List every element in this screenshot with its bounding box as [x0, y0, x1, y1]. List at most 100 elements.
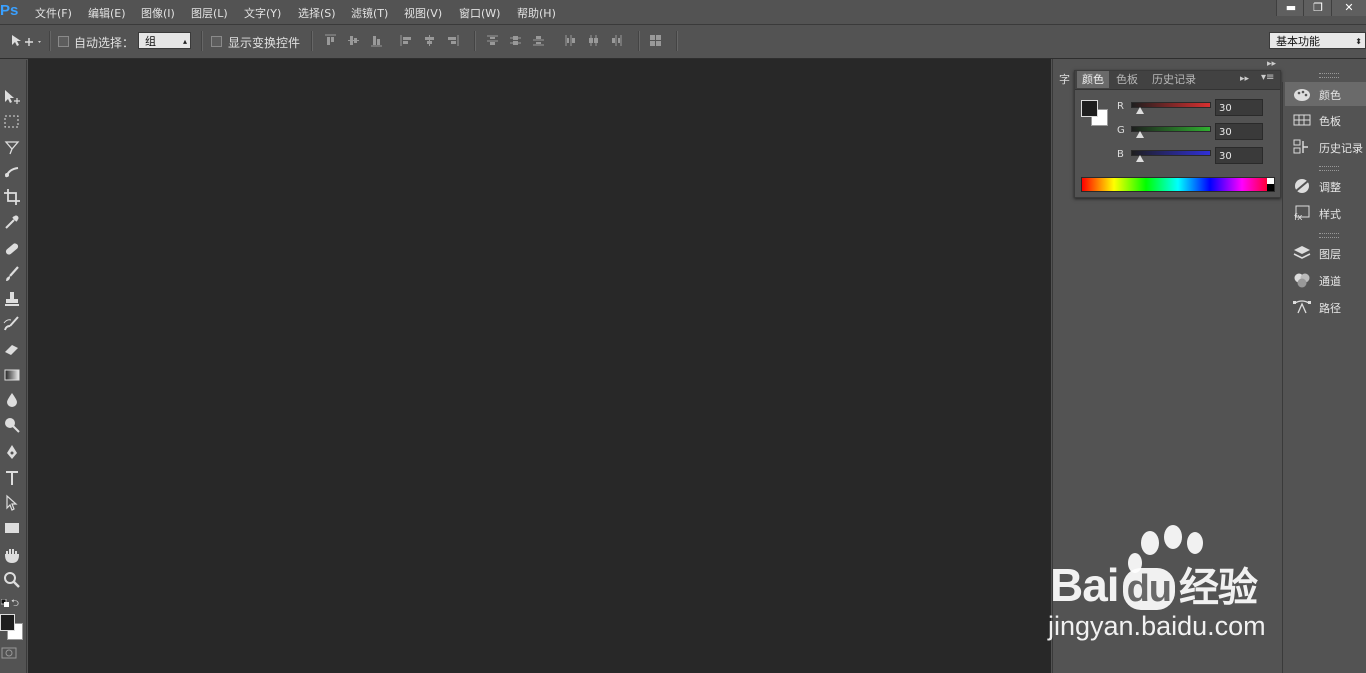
blur-tool-icon[interactable] — [1, 389, 23, 411]
close-button[interactable]: ✕ — [1331, 0, 1366, 16]
document-canvas[interactable] — [28, 59, 1051, 673]
gradient-tool-icon[interactable] — [1, 364, 23, 386]
menu-image[interactable]: 图像(I) — [141, 5, 175, 21]
panel-foreground-swatch[interactable] — [1081, 100, 1098, 117]
dock-item-styles[interactable]: fx 样式 — [1285, 201, 1366, 225]
align-horizontal-center-icon[interactable] — [423, 34, 436, 47]
dock-item-layers[interactable]: 图层 — [1285, 241, 1366, 265]
dock-grip[interactable] — [1319, 233, 1339, 238]
type-tool-icon[interactable] — [1, 467, 23, 489]
move-tool-preset-icon[interactable] — [10, 34, 42, 51]
paths-icon — [1293, 299, 1311, 315]
tab-swatches[interactable]: 色板 — [1111, 71, 1143, 88]
toolbox: ⮌ — [0, 60, 27, 673]
crop-tool-icon[interactable] — [1, 186, 23, 208]
restore-button[interactable]: ❐ — [1303, 0, 1332, 16]
dock-item-label: 样式 — [1319, 208, 1341, 221]
default-colors-icon[interactable] — [0, 597, 9, 607]
align-right-icon[interactable] — [446, 34, 459, 47]
brush-tool-icon[interactable] — [1, 263, 23, 285]
dock-item-swatches[interactable]: 色板 — [1285, 108, 1366, 132]
distribute-left-icon[interactable] — [564, 34, 577, 47]
color-panel: 颜色 色板 历史记录 ▸▸ ▾≡ R 30 G 30 B 30 — [1074, 70, 1281, 198]
align-bottom-icon[interactable] — [370, 34, 383, 47]
dock-item-history[interactable]: 历史记录 — [1285, 135, 1366, 159]
lasso-tool-icon[interactable] — [1, 136, 23, 158]
menu-type[interactable]: 文字(Y) — [244, 5, 281, 21]
layers-icon — [1293, 245, 1311, 261]
dock-item-paths[interactable]: 路径 — [1285, 295, 1366, 319]
channel-r-thumb[interactable] — [1136, 107, 1145, 114]
dock-item-label: 历史记录 — [1319, 142, 1363, 155]
channel-r-input[interactable]: 30 — [1215, 99, 1263, 116]
distribute-hcenter-icon[interactable] — [587, 34, 600, 47]
color-spectrum-bar[interactable] — [1081, 177, 1275, 192]
zoom-tool-icon[interactable] — [1, 569, 23, 591]
menu-edit[interactable]: 编辑(E) — [88, 5, 126, 21]
dodge-tool-icon[interactable] — [1, 414, 23, 436]
tab-color[interactable]: 颜色 — [1077, 71, 1109, 88]
dock-grip[interactable] — [1319, 73, 1339, 78]
quick-selection-tool-icon[interactable] — [1, 161, 23, 183]
marquee-tool-icon[interactable] — [1, 111, 23, 133]
menu-select[interactable]: 选择(S) — [298, 5, 336, 21]
pen-tool-icon[interactable] — [1, 441, 23, 463]
menu-help[interactable]: 帮助(H) — [517, 5, 556, 21]
distribute-top-icon[interactable] — [486, 34, 499, 47]
minimize-button[interactable]: ▬ — [1276, 0, 1305, 16]
clone-stamp-tool-icon[interactable] — [1, 288, 23, 310]
history-brush-tool-icon[interactable] — [1, 313, 23, 335]
options-bar: 自动选择： 组 ▴ 显示变换控件 基本功能 ⬍ — [0, 25, 1366, 59]
auto-select-label: 自动选择： — [74, 36, 135, 50]
menu-layer[interactable]: 图层(L) — [191, 5, 228, 21]
dock-grip[interactable] — [1319, 166, 1339, 171]
hand-tool-icon[interactable] — [1, 544, 23, 566]
watermark-url: jingyan.baidu.com — [1048, 611, 1266, 641]
align-vertical-center-icon[interactable] — [347, 34, 360, 47]
align-top-icon[interactable] — [324, 34, 337, 47]
auto-select-dropdown[interactable]: 组 ▴ — [138, 32, 191, 49]
menu-filter[interactable]: 滤镜(T) — [351, 5, 388, 21]
workspace-value: 基本功能 — [1276, 35, 1320, 48]
auto-align-layers-icon[interactable] — [649, 34, 662, 47]
svg-text:fx: fx — [1294, 213, 1303, 221]
menu-view[interactable]: 视图(V) — [404, 5, 442, 21]
tab-history[interactable]: 历史记录 — [1147, 71, 1201, 88]
auto-select-checkbox[interactable] — [58, 36, 69, 47]
panel-menu-icon[interactable]: ▾≡ — [1261, 72, 1274, 83]
collapse-panel-icon[interactable]: ▸▸ — [1240, 74, 1249, 84]
channel-b-thumb[interactable] — [1136, 155, 1145, 162]
foreground-color-swatch[interactable] — [0, 614, 15, 631]
channel-b-input[interactable]: 30 — [1215, 147, 1263, 164]
expand-panels-icon[interactable]: ▸▸ — [1267, 59, 1276, 69]
dock-item-adjustments[interactable]: 调整 — [1285, 174, 1366, 198]
styles-icon: fx — [1293, 205, 1311, 223]
channel-r-label: R — [1117, 101, 1124, 112]
channel-g-label: G — [1117, 125, 1125, 136]
channel-g-input[interactable]: 30 — [1215, 123, 1263, 140]
move-tool-icon[interactable] — [1, 86, 23, 108]
swap-colors-icon[interactable]: ⮌ — [11, 596, 19, 613]
show-transform-checkbox[interactable] — [211, 36, 222, 47]
dropdown-arrows-icon: ⬍ — [1355, 37, 1362, 46]
path-selection-tool-icon[interactable] — [1, 492, 23, 514]
channels-icon — [1293, 272, 1311, 288]
distribute-vcenter-icon[interactable] — [509, 34, 522, 47]
rectangle-tool-icon[interactable] — [1, 517, 23, 539]
menu-file[interactable]: 文件(F) — [35, 5, 72, 21]
distribute-bottom-icon[interactable] — [532, 34, 545, 47]
eraser-tool-icon[interactable] — [1, 338, 23, 360]
quick-mask-icon[interactable] — [1, 647, 17, 662]
dock-item-label: 通道 — [1319, 275, 1341, 288]
dock-item-color[interactable]: 颜色 — [1285, 82, 1366, 106]
collapsed-character-tab[interactable]: 字 — [1059, 71, 1070, 87]
workspace-dropdown[interactable]: 基本功能 ⬍ — [1269, 32, 1366, 49]
align-left-icon[interactable] — [400, 34, 413, 47]
dock-item-channels[interactable]: 通道 — [1285, 268, 1366, 292]
history-icon — [1293, 139, 1311, 155]
eyedropper-tool-icon[interactable] — [1, 211, 23, 233]
menu-window[interactable]: 窗口(W) — [459, 5, 500, 21]
distribute-right-icon[interactable] — [610, 34, 623, 47]
channel-g-thumb[interactable] — [1136, 131, 1145, 138]
healing-brush-tool-icon[interactable] — [1, 238, 23, 260]
